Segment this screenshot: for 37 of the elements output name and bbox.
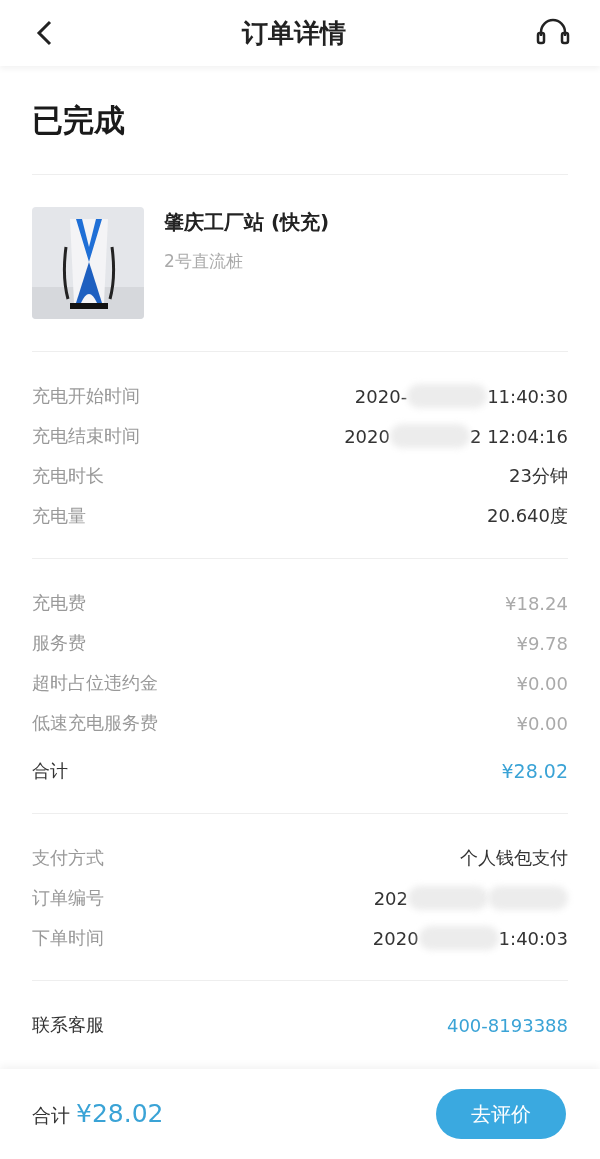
back-icon[interactable]: [36, 20, 52, 46]
row-label: 低速充电服务费: [32, 711, 158, 735]
row-label: 下单时间: [32, 926, 104, 950]
row-value: 2020: [372, 927, 419, 949]
phone-link[interactable]: 400-8193388: [446, 1014, 568, 1036]
row-label: 订单编号: [32, 886, 104, 910]
total-label: 合计: [32, 1103, 70, 1128]
row-value: 1:40:03: [498, 927, 568, 949]
row-label: 充电量: [32, 504, 86, 528]
row-label: 充电结束时间: [32, 424, 140, 448]
row-value: 202: [373, 887, 408, 909]
row-label: 合计: [32, 759, 68, 783]
row-label: 服务费: [32, 631, 86, 655]
row-value: 11:40:30: [487, 385, 568, 407]
row-value: 个人钱包支付: [460, 846, 568, 870]
row-label: 支付方式: [32, 846, 104, 870]
row-label: 充电开始时间: [32, 384, 140, 408]
row-label: 充电时长: [32, 464, 104, 488]
row-label: 充电费: [32, 591, 86, 615]
pile-name: 2号直流桩: [164, 250, 244, 273]
row-value: 2020: [344, 425, 390, 447]
station-name: 肇庆工厂站 (快充): [164, 209, 330, 236]
total-amount: ¥28.02: [76, 1099, 164, 1128]
row-value: ¥9.78: [516, 632, 568, 654]
row-value: 20.640度: [487, 504, 568, 528]
row-value: ¥0.00: [516, 672, 568, 694]
row-value: 2 12:04:16: [470, 425, 568, 447]
row-label: 联系客服: [32, 1013, 104, 1037]
order-status: 已完成: [32, 101, 126, 140]
row-value: ¥0.00: [516, 712, 568, 734]
row-value: 2020-: [354, 385, 408, 407]
row-value: ¥28.02: [501, 760, 568, 782]
row-value: 23分钟: [509, 464, 568, 488]
row-label: 超时占位违约金: [32, 671, 158, 695]
review-button[interactable]: 去评价: [436, 1089, 566, 1139]
page-title: 订单详情: [242, 16, 346, 50]
row-value: ¥18.24: [505, 592, 568, 614]
